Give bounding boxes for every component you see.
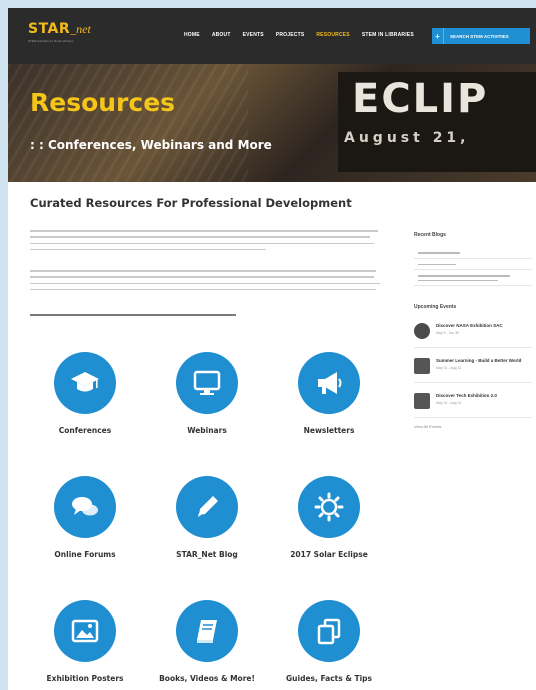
page: STAR_net STEM Activities for Rural Libra… — [8, 8, 536, 690]
tile-guides-facts-tips[interactable]: Guides, Facts & Tips — [274, 600, 384, 683]
tile-label: Online Forums — [54, 550, 116, 559]
monitor-icon — [176, 352, 238, 414]
nav-item-projects[interactable]: PROJECTS — [276, 32, 305, 38]
hero-banner: ECLIP August 21, Resources : : Conferenc… — [8, 64, 536, 182]
hero-sign-text: ECLIP — [352, 76, 489, 122]
section-heading: Curated Resources For Professional Devel… — [30, 196, 352, 210]
tile-label: 2017 Solar Eclipse — [290, 550, 368, 559]
logo-tagline: STEM Activities for Rural Libraries — [28, 39, 74, 43]
copy-icon — [298, 600, 360, 662]
event-item[interactable]: Summer Learning - Build a Better World M… — [414, 354, 532, 384]
upcoming-events-heading: Upcoming Events — [414, 304, 457, 311]
event-title: Discover NASA Exhibition SAC — [436, 323, 503, 329]
hero-sign-date: August 21, — [344, 130, 470, 146]
tile-newsletters[interactable]: Newsletters — [274, 352, 384, 435]
tile-label: Conferences — [58, 426, 112, 435]
tile-label: Webinars — [187, 426, 227, 435]
book-icon — [176, 600, 238, 662]
event-date: May 31 - Aug 31 — [436, 366, 462, 371]
body-paragraph — [30, 270, 380, 295]
recent-blogs-heading: Recent Blogs — [414, 232, 446, 238]
emphasis-line — [30, 314, 236, 316]
event-thumbnail — [414, 393, 430, 410]
tile-star-net-blog[interactable]: STAR_Net Blog — [152, 476, 262, 559]
image-icon — [54, 600, 116, 662]
tile-online-forums[interactable]: Online Forums — [30, 476, 140, 559]
event-title: Summer Learning - Build a Better World — [436, 358, 522, 364]
search-stem-activities-button[interactable]: + SEARCH STEM ACTIVITIES — [432, 28, 530, 44]
cta-label: SEARCH STEM ACTIVITIES — [450, 33, 509, 39]
tile-label: Newsletters — [303, 426, 355, 435]
site-logo[interactable]: STAR_net STEM Activities for Rural Libra… — [28, 20, 91, 43]
event-item[interactable]: Discover Tech Exhibition 2.0 May 31 - Au… — [414, 389, 532, 419]
logo-net-text: _net — [70, 22, 91, 36]
site-header: STAR_net STEM Activities for Rural Libra… — [8, 8, 536, 64]
graduation-cap-icon — [54, 352, 116, 414]
tile-books-videos-more[interactable]: Books, Videos & More! — [152, 600, 262, 683]
pencil-icon — [176, 476, 238, 538]
nav-item-stem-in-libraries[interactable]: STEM IN LIBRARIES — [362, 32, 414, 38]
tile-label: Guides, Facts & Tips — [286, 674, 372, 683]
nav-item-home[interactable]: HOME — [184, 32, 200, 38]
tile-webinars[interactable]: Webinars — [152, 352, 262, 435]
chat-bubbles-icon — [54, 476, 116, 538]
tile-2017-solar-eclipse[interactable]: 2017 Solar Eclipse — [274, 476, 384, 559]
event-thumbnail — [414, 358, 430, 375]
tile-label: Exhibition Posters — [46, 674, 124, 683]
nav-item-resources[interactable]: RESOURCES — [316, 32, 349, 38]
recent-blog-link[interactable] — [414, 270, 532, 287]
tile-label: STAR_Net Blog — [176, 550, 238, 559]
event-title: Discover Tech Exhibition 2.0 — [436, 393, 497, 399]
nav-item-about[interactable]: ABOUT — [212, 32, 231, 38]
tile-exhibition-posters[interactable]: Exhibition Posters — [30, 600, 140, 683]
event-thumbnail — [414, 323, 430, 340]
event-date: May 31 - Aug 31 — [436, 401, 462, 406]
page-subtitle: : : Conferences, Webinars and More — [30, 138, 272, 152]
main-nav: HOME ABOUT EVENTS PROJECTS RESOURCES STE… — [184, 32, 414, 38]
event-date: May 5 - Jun 30 — [436, 331, 460, 336]
view-all-events-link[interactable]: View All Events — [414, 424, 532, 429]
intro-paragraph — [30, 230, 380, 255]
tile-label: Books, Videos & More! — [159, 674, 255, 683]
tile-conferences[interactable]: Conferences — [30, 352, 140, 435]
sun-icon — [298, 476, 360, 538]
megaphone-icon — [298, 352, 360, 414]
logo-star-text: STAR — [28, 21, 71, 37]
event-item[interactable]: Discover NASA Exhibition SAC May 5 - Jun… — [414, 319, 532, 349]
nav-item-events[interactable]: EVENTS — [243, 32, 264, 38]
upcoming-events: Upcoming Events Discover NASA Exhibition… — [414, 304, 532, 429]
recent-blog-link[interactable] — [414, 247, 532, 259]
hero-background-texture — [8, 64, 248, 182]
plus-icon: + — [432, 28, 444, 44]
sidebar: Recent Blogs Upcoming Events Discover NA… — [414, 232, 532, 429]
page-title: Resources — [30, 88, 176, 117]
recent-blog-link[interactable] — [414, 259, 532, 271]
